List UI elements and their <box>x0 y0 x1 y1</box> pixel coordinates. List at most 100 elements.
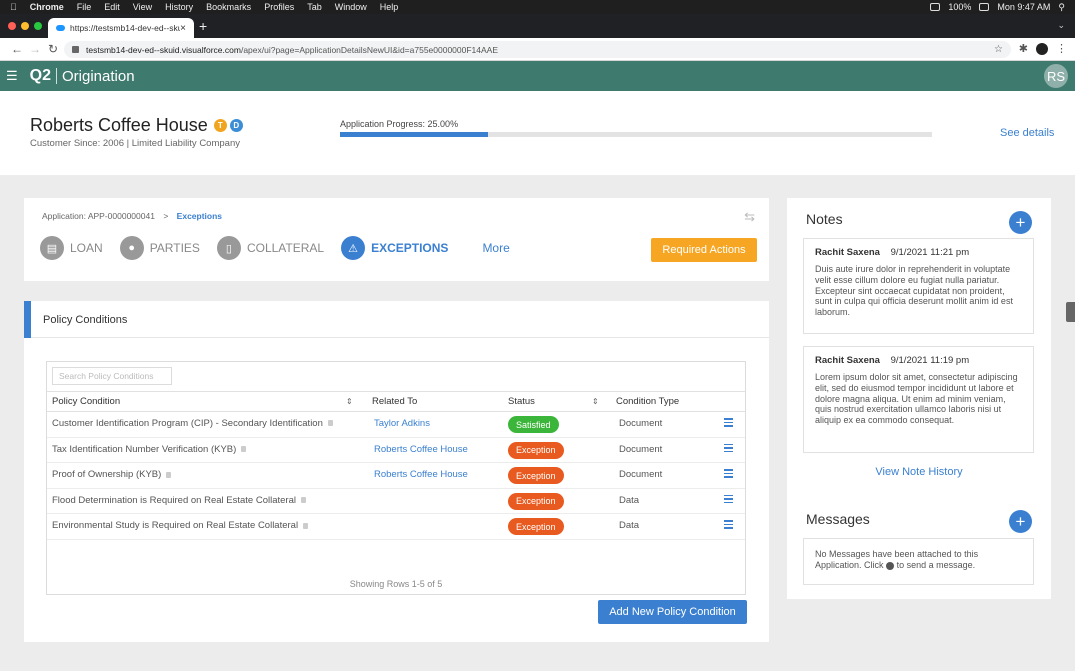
menu-app-name[interactable]: Chrome <box>30 2 64 12</box>
row-menu-icon[interactable] <box>724 469 733 478</box>
table-row[interactable]: Tax Identification Number Verification (… <box>47 438 745 464</box>
bookmark-star-icon[interactable]: ☆ <box>994 44 1003 55</box>
battery-icon[interactable] <box>979 3 990 11</box>
menu-view[interactable]: View <box>133 2 152 12</box>
application-card: Application: APP-0000000041 > Exceptions… <box>24 198 769 281</box>
tab-collateral[interactable]: ▯ COLLATERAL <box>216 236 325 260</box>
messages-empty-text-end: to send a message. <box>896 560 976 571</box>
tab-exceptions[interactable]: ⚠ EXCEPTIONS <box>341 236 448 260</box>
status-icon[interactable] <box>930 3 941 11</box>
related-to-link[interactable]: Taylor Adkins <box>374 418 430 429</box>
progress-label: Application Progress: 25.00% <box>340 119 459 129</box>
browser-menu-icon[interactable]: ⋮ <box>1056 42 1067 55</box>
see-details-link[interactable]: See details <box>1000 127 1054 139</box>
condition-type: Document <box>619 418 663 429</box>
extensions-icon[interactable]: ✱ <box>1019 42 1028 55</box>
tab-search-icon[interactable]: ⌄ <box>1057 20 1065 31</box>
side-drawer-handle[interactable] <box>1066 302 1075 322</box>
view-note-history-link[interactable]: View Note History <box>787 466 1051 478</box>
table-header: Policy Condition ⇕ Related To Status ⇕ C… <box>47 391 745 412</box>
status-badge: Exception <box>508 518 564 536</box>
header-status[interactable]: Status <box>508 396 535 407</box>
tab-loan[interactable]: ▤ LOAN <box>40 236 103 260</box>
tab-collateral-label: COLLATERAL <box>246 241 325 255</box>
more-tabs-link[interactable]: More <box>482 241 509 255</box>
tab-parties-label: PARTIES <box>149 241 200 255</box>
reload-button[interactable]: ↻ <box>44 42 62 56</box>
menu-window[interactable]: Window <box>335 2 367 12</box>
required-actions-button[interactable]: Required Actions <box>651 238 757 262</box>
q2-logo[interactable]: Q2 <box>30 67 51 85</box>
sort-status-icon[interactable]: ⇕ <box>592 397 599 406</box>
row-menu-icon[interactable] <box>724 418 733 427</box>
add-note-icon[interactable]: + <box>1009 211 1032 234</box>
menubar-status: 100% Mon 9:47 AM ⚲ <box>930 0 1065 14</box>
add-message-inline-icon[interactable] <box>886 561 895 570</box>
add-policy-condition-button[interactable]: Add New Policy Condition <box>598 600 747 624</box>
d-badge-icon[interactable]: D <box>229 119 243 132</box>
row-menu-icon[interactable] <box>724 494 733 504</box>
menu-help[interactable]: Help <box>380 2 399 12</box>
table-row[interactable]: Customer Identification Program (CIP) - … <box>47 412 745 438</box>
notes-panel: Notes + Rachit Saxena 9/1/2021 11:21 pm … <box>787 198 1051 599</box>
clock[interactable]: Mon 9:47 AM <box>997 2 1050 12</box>
header-related-to[interactable]: Related To <box>372 396 417 407</box>
lock-icon <box>303 522 309 529</box>
window-controls <box>8 22 42 30</box>
browser-tab[interactable]: https://testsmb14-dev-ed--sku × <box>48 18 194 38</box>
status-badge: Exception <box>508 467 564 485</box>
application-tabs: ▤ LOAN ● PARTIES ▯ COLLATERAL ⚠ EXCEPTIO… <box>40 236 510 260</box>
user-avatar[interactable]: RS <box>1044 64 1068 88</box>
policy-conditions-card: Policy Conditions Search Policy Conditio… <box>24 301 769 642</box>
back-button[interactable]: ← <box>8 42 26 56</box>
tab-parties[interactable]: ● PARTIES <box>119 236 200 260</box>
menu-edit[interactable]: Edit <box>104 2 120 12</box>
row-menu-icon[interactable] <box>724 520 733 529</box>
condition-name: Flood Determination is Required on Real … <box>52 494 296 506</box>
minimize-window-button[interactable] <box>21 22 29 30</box>
related-to-link[interactable]: Roberts Coffee House <box>374 444 468 455</box>
address-bar: ← → ↻ testsmb14-dev-ed--skuid.visualforc… <box>0 38 1075 61</box>
menu-tab[interactable]: Tab <box>307 2 322 12</box>
header-condition-type[interactable]: Condition Type <box>616 396 679 407</box>
condition-cell: Customer Identification Program (CIP) - … <box>52 418 333 429</box>
related-to-link[interactable]: Roberts Coffee House <box>374 469 468 480</box>
zoom-window-button[interactable] <box>34 22 42 30</box>
note-header: Rachit Saxena 9/1/2021 11:19 pm <box>815 355 1022 366</box>
close-tab-icon[interactable]: × <box>180 23 186 34</box>
search-policy-conditions-input[interactable]: Search Policy Conditions <box>52 367 172 385</box>
t-badge-icon[interactable]: T <box>213 119 227 132</box>
condition-cell: Flood Determination is Required on Real … <box>52 495 306 506</box>
menu-bookmarks[interactable]: Bookmarks <box>206 2 251 12</box>
close-window-button[interactable] <box>8 22 16 30</box>
tab-title: https://testsmb14-dev-ed--sku <box>70 23 181 33</box>
spotlight-icon[interactable]: ⚲ <box>1058 2 1065 13</box>
swap-arrows-icon[interactable]: ⇆ <box>744 209 755 225</box>
condition-name: Proof of Ownership (KYB) <box>52 469 162 481</box>
new-tab-button[interactable]: + <box>199 18 207 34</box>
menu-file[interactable]: File <box>77 2 92 12</box>
table-row[interactable]: Environmental Study is Required on Real … <box>47 514 745 540</box>
profile-avatar[interactable] <box>1036 42 1048 55</box>
condition-name: Tax Identification Number Verification (… <box>52 443 237 455</box>
table-row[interactable]: Flood Determination is Required on Real … <box>47 489 745 515</box>
breadcrumb-application[interactable]: Application: APP-0000000041 <box>42 211 155 221</box>
menu-profiles[interactable]: Profiles <box>264 2 294 12</box>
forward-button[interactable]: → <box>26 42 44 56</box>
sort-condition-icon[interactable]: ⇕ <box>346 397 353 406</box>
header-policy-condition[interactable]: Policy Condition <box>52 396 120 407</box>
url-field[interactable]: testsmb14-dev-ed--skuid.visualforce.com … <box>64 41 1011 58</box>
browser-actions: ✱ ⋮ <box>1019 42 1067 55</box>
lock-icon[interactable] <box>72 46 79 53</box>
hamburger-menu-icon[interactable]: ☰ <box>6 68 18 84</box>
note-body: Lorem ipsum dolor sit amet, consectetur … <box>815 372 1018 426</box>
row-menu-icon[interactable] <box>724 443 733 453</box>
breadcrumb: Application: APP-0000000041 > Exceptions <box>42 211 222 221</box>
apple-icon[interactable]:  <box>10 2 17 12</box>
table-row[interactable]: Proof of Ownership (KYB) Roberts Coffee … <box>47 463 745 489</box>
progress-bar <box>340 132 932 137</box>
breadcrumb-separator: > <box>163 211 169 221</box>
add-message-icon[interactable]: + <box>1009 510 1032 533</box>
menu-history[interactable]: History <box>165 2 193 12</box>
messages-title: Messages <box>806 511 870 527</box>
